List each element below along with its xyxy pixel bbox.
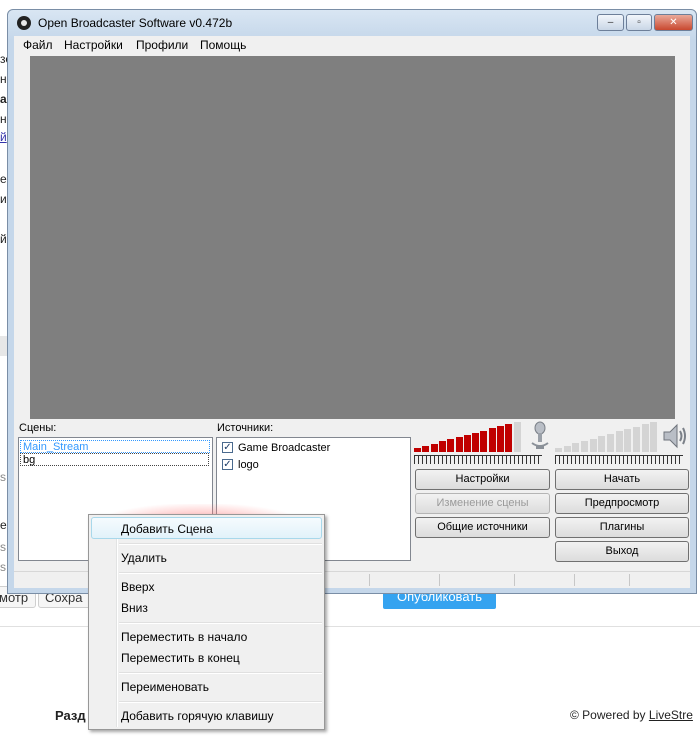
microphone-icon[interactable] [528, 421, 552, 451]
meter-bar [431, 444, 438, 452]
bg-text-fragment: н [0, 112, 7, 126]
meter-bar [572, 443, 579, 452]
meter-bar [456, 437, 463, 452]
scene-context-menu: Добавить Сцена Удалить Вверх Вниз Переме… [88, 514, 325, 730]
close-button[interactable]: ✕ [654, 14, 693, 31]
meter-bar [555, 448, 562, 452]
meter-bar [633, 427, 640, 452]
meter-bar [581, 441, 588, 452]
menu-item-move-to-top[interactable]: Переместить в начало [121, 630, 247, 644]
bg-text-fragment: а [0, 92, 7, 106]
sources-label: Источники: [217, 422, 274, 434]
menu-help[interactable]: Помощь [200, 38, 246, 52]
bg-text-fragment: s [0, 560, 6, 574]
menu-item-add-scene[interactable]: Добавить Сцена [121, 522, 213, 536]
speaker-icon[interactable] [662, 422, 688, 450]
minimize-button[interactable]: – [597, 14, 624, 31]
edit-scene-button[interactable]: Изменение сцены [415, 493, 550, 514]
powered-by-link[interactable]: LiveStre [649, 708, 693, 722]
mic-volume-meter [414, 422, 522, 452]
plugins-button[interactable]: Плагины [555, 517, 689, 538]
scene-item[interactable]: bg [20, 453, 209, 466]
meter-bar [505, 424, 512, 452]
source-checkbox[interactable]: ✓ [222, 442, 233, 453]
meter-bar [616, 431, 623, 452]
meter-bar [590, 439, 597, 452]
menu-profiles[interactable]: Профили [136, 38, 188, 52]
bg-text-fragment: и [0, 192, 7, 206]
bg-section-heading: Разд [55, 708, 86, 723]
meter-bar [514, 422, 521, 452]
bg-text-fragment: й [0, 232, 7, 246]
menu-bar: Файл Настройки Профили Помощь [14, 36, 690, 54]
mic-slider[interactable] [414, 455, 542, 464]
meter-bar [480, 431, 487, 452]
meter-bar [464, 435, 471, 452]
source-label: logo [238, 459, 259, 471]
desktop-volume-meter [555, 422, 659, 452]
meter-bar [414, 448, 421, 452]
meter-bar [439, 441, 446, 452]
powered-by: © Powered by LiveStre [570, 708, 693, 722]
meter-bar [642, 424, 649, 452]
meter-bar [422, 446, 429, 452]
bg-text-fragment: s [0, 540, 6, 554]
source-label: Game Broadcaster [238, 442, 331, 454]
meter-bar [447, 439, 454, 452]
start-button[interactable]: Начать [555, 469, 689, 490]
context-menu-separator [119, 701, 322, 703]
meter-bar [607, 434, 614, 452]
bg-link-fragment[interactable]: й [0, 130, 7, 144]
menu-item-move-to-bottom[interactable]: Переместить в конец [121, 651, 240, 665]
meter-bar [624, 429, 631, 452]
context-menu-separator [119, 672, 322, 674]
meter-bar [564, 446, 571, 452]
menu-settings[interactable]: Настройки [64, 38, 123, 52]
exit-button[interactable]: Выход [555, 541, 689, 562]
powered-by-text: © Powered by [570, 708, 646, 722]
menu-item-delete[interactable]: Удалить [121, 551, 167, 565]
window-title: Open Broadcaster Software v0.472b [38, 16, 233, 30]
menu-item-add-hotkey[interactable]: Добавить горячую клавишу [121, 709, 274, 723]
bg-text-fragment: s [0, 470, 6, 484]
meter-bar [489, 428, 496, 452]
context-menu-gutter [116, 517, 118, 727]
menu-item-rename[interactable]: Переименовать [121, 680, 209, 694]
status-separator [629, 574, 630, 586]
status-separator [514, 574, 515, 586]
settings-button[interactable]: Настройки [415, 469, 550, 490]
status-separator [369, 574, 370, 586]
stream-preview-area [30, 56, 675, 419]
status-separator [439, 574, 440, 586]
menu-item-move-up[interactable]: Вверх [121, 580, 154, 594]
bg-text-fragment: е [0, 518, 7, 532]
scene-item[interactable]: Main_Stream [20, 440, 210, 453]
meter-bar [472, 433, 479, 452]
context-menu-separator [119, 622, 322, 624]
scenes-label: Сцены: [19, 422, 57, 434]
status-separator [574, 574, 575, 586]
obs-logo-icon [17, 16, 31, 30]
context-menu-separator [119, 572, 322, 574]
context-menu-separator [119, 543, 322, 545]
menu-item-move-down[interactable]: Вниз [121, 601, 148, 615]
meter-bar [497, 426, 504, 452]
menu-file[interactable]: Файл [23, 38, 53, 52]
maximize-button[interactable]: ▫ [626, 14, 652, 31]
desktop-slider[interactable] [555, 455, 683, 464]
meter-bar [650, 422, 657, 452]
meter-bar [598, 436, 605, 452]
preview-button[interactable]: Предпросмотр [555, 493, 689, 514]
source-checkbox[interactable]: ✓ [222, 459, 233, 470]
global-sources-button[interactable]: Общие источники [415, 517, 550, 538]
